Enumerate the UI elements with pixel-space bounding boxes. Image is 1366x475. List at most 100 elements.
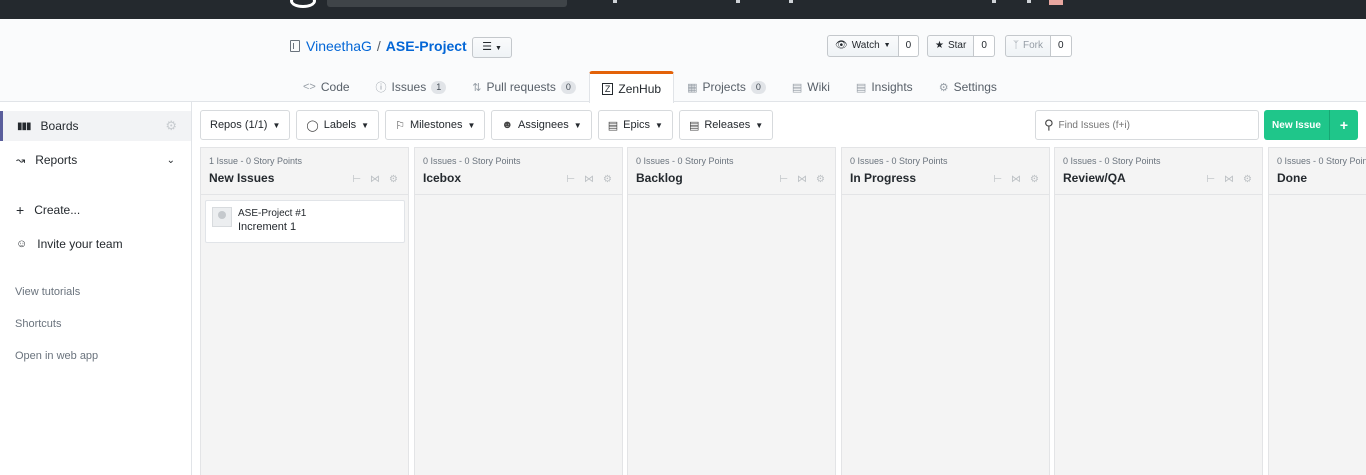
tab-insights[interactable]: ▤ Insights <box>843 71 926 102</box>
watch-action: 👁 Watch ▼ 0 <box>827 35 920 57</box>
tab-issues[interactable]: ⓘ Issues 1 <box>363 71 460 102</box>
global-search-input[interactable] <box>327 0 567 7</box>
new-issue-button[interactable]: New Issue <box>1264 110 1330 140</box>
board-icon: ▮▮▮ <box>17 120 31 132</box>
watch-label: Watch <box>851 40 880 51</box>
gear-icon[interactable]: ⚙ <box>1243 174 1252 185</box>
tab-projects[interactable]: ▦ Projects 0 <box>674 71 779 102</box>
pipeline-name[interactable]: Done <box>1277 171 1366 185</box>
chevron-down-icon: ⌄ <box>166 154 175 166</box>
pipeline-review-qa: 0 Issues - 0 Story Points Review/QA ⊢ ⋈ … <box>1054 147 1263 475</box>
pipeline-controls: ⊢ ⋈ ⚙ <box>779 174 825 185</box>
list-menu-button[interactable]: ☰ ▼ <box>472 37 512 58</box>
repo-name-link[interactable]: ASE-Project <box>386 38 467 54</box>
repo-owner-link[interactable]: VineethaG <box>306 38 372 54</box>
collapse-icon[interactable]: ⊢ <box>779 174 788 185</box>
pipeline-header: 0 Issues - 0 Story Points Review/QA ⊢ ⋈ … <box>1055 148 1262 195</box>
sidebar-item-boards[interactable]: ▮▮▮ Boards ⚙ <box>0 111 191 141</box>
tab-label: Pull requests <box>486 80 556 94</box>
avatar <box>212 207 232 227</box>
issue-card[interactable]: ASE-Project #1 Increment 1 <box>205 200 405 243</box>
milestones-filter-button[interactable]: ⚐ Milestones ▼ <box>385 110 486 140</box>
chevron-down-icon: ▼ <box>361 120 370 130</box>
collapse-icon[interactable]: ⊢ <box>352 174 361 185</box>
expand-icon[interactable]: ⋈ <box>1011 174 1021 185</box>
tab-zenhub[interactable]: Z ZenHub <box>588 71 675 103</box>
gear-icon[interactable]: ⚙ <box>165 118 177 134</box>
tab-settings[interactable]: ⚙ Settings <box>926 71 1010 102</box>
pipeline-header: 0 Issues - 0 Story Points Done <box>1269 148 1366 195</box>
chevron-down-icon: ▼ <box>495 45 502 52</box>
view-tutorials-link[interactable]: View tutorials <box>15 286 80 298</box>
expand-icon[interactable]: ⋈ <box>1224 174 1234 185</box>
release-icon: ▤ <box>688 119 700 132</box>
repos-filter-button[interactable]: Repos (1/1) ▼ <box>200 110 291 140</box>
gear-icon: ⚙ <box>938 81 949 94</box>
repo-book-icon <box>290 40 300 52</box>
sidebar-item-reports[interactable]: ↝ Reports ⌄ <box>0 145 191 175</box>
pipeline-stats: 1 Issue - 0 Story Points <box>209 156 303 166</box>
nav-item[interactable] <box>736 0 740 3</box>
watch-button[interactable]: 👁 Watch ▼ <box>827 35 899 57</box>
open-web-app-link[interactable]: Open in web app <box>15 350 98 362</box>
tab-pull-requests[interactable]: ⇅ Pull requests 0 <box>459 71 589 102</box>
expand-icon[interactable]: ⋈ <box>797 174 807 185</box>
filter-label: Epics <box>623 119 651 131</box>
star-label: Star <box>947 40 967 51</box>
pipeline-controls: ⊢ ⋈ ⚙ <box>352 174 398 185</box>
new-issue-plus-button[interactable]: + <box>1330 110 1358 140</box>
fork-count[interactable]: 0 <box>1051 35 1072 57</box>
watch-count[interactable]: 0 <box>898 35 920 57</box>
milestone-icon: ⚐ <box>395 119 405 132</box>
project-icon: ▦ <box>687 81 698 94</box>
expand-icon[interactable]: ⋈ <box>370 174 380 185</box>
new-issue-button-group: New Issue + <box>1264 110 1358 140</box>
pipeline-new-issues: 1 Issue - 0 Story Points New Issues ⊢ ⋈ … <box>200 147 409 475</box>
sidebar-item-create[interactable]: + Create... <box>0 195 191 225</box>
tab-code[interactable]: <> Code <box>290 71 363 102</box>
find-issues-input[interactable] <box>1058 119 1249 131</box>
gear-icon[interactable]: ⚙ <box>816 174 825 185</box>
collapse-icon[interactable]: ⊢ <box>566 174 575 185</box>
labels-filter-button[interactable]: ◯ Labels ▼ <box>296 110 380 140</box>
notification-icon[interactable] <box>992 0 996 3</box>
pipeline-controls: ⊢ ⋈ ⚙ <box>566 174 612 185</box>
gear-icon[interactable]: ⚙ <box>389 174 398 185</box>
tab-counter: 0 <box>750 80 766 94</box>
sidebar-item-invite[interactable]: ☺ Invite your team <box>0 229 191 259</box>
nav-item[interactable] <box>789 0 793 3</box>
add-icon[interactable] <box>1027 0 1031 3</box>
pull-request-icon: ⇅ <box>472 81 482 94</box>
pipeline-header: 0 Issues - 0 Story Points In Progress ⊢ … <box>842 148 1049 195</box>
tab-counter: 0 <box>560 80 576 94</box>
gear-icon[interactable]: ⚙ <box>1030 174 1039 185</box>
gear-icon[interactable]: ⚙ <box>603 174 612 185</box>
shortcuts-link[interactable]: Shortcuts <box>15 318 61 330</box>
eye-icon: 👁 <box>835 40 848 51</box>
expand-icon[interactable]: ⋈ <box>584 174 594 185</box>
collapse-icon[interactable]: ⊢ <box>993 174 1002 185</box>
star-button[interactable]: ★ Star <box>927 35 975 57</box>
repo-title: VineethaG / ASE-Project <box>290 38 467 54</box>
issue-title[interactable]: Increment 1 <box>238 221 296 233</box>
zenhub-sidebar: ▮▮▮ Boards ⚙ ↝ Reports ⌄ + Create... ☺ I… <box>0 102 192 475</box>
find-issues-field[interactable]: ⚲ <box>1035 110 1259 140</box>
fork-button[interactable]: ᛉ Fork <box>1005 35 1051 57</box>
issue-reference[interactable]: ASE-Project #1 <box>238 208 306 219</box>
nav-item[interactable] <box>613 0 617 3</box>
epics-filter-button[interactable]: ▤ Epics ▼ <box>597 110 673 140</box>
pipeline-stats: 0 Issues - 0 Story Points <box>423 156 521 166</box>
releases-filter-button[interactable]: ▤ Releases ▼ <box>678 110 774 140</box>
graph-icon: ▤ <box>855 81 867 94</box>
pipeline-stats: 0 Issues - 0 Story Points <box>1063 156 1161 166</box>
user-avatar[interactable] <box>1049 0 1063 5</box>
pipeline-stats: 0 Issues - 0 Story Points <box>636 156 734 166</box>
assignees-filter-button[interactable]: ☻ Assignees ▼ <box>491 110 592 140</box>
pipeline-in-progress: 0 Issues - 0 Story Points In Progress ⊢ … <box>841 147 1050 475</box>
star-count[interactable]: 0 <box>974 35 995 57</box>
sidebar-item-label: Create... <box>34 203 81 217</box>
collapse-icon[interactable]: ⊢ <box>1206 174 1215 185</box>
github-logo-icon[interactable] <box>290 0 316 8</box>
tab-wiki[interactable]: ▤ Wiki <box>779 71 843 102</box>
tab-label: Settings <box>953 80 997 94</box>
